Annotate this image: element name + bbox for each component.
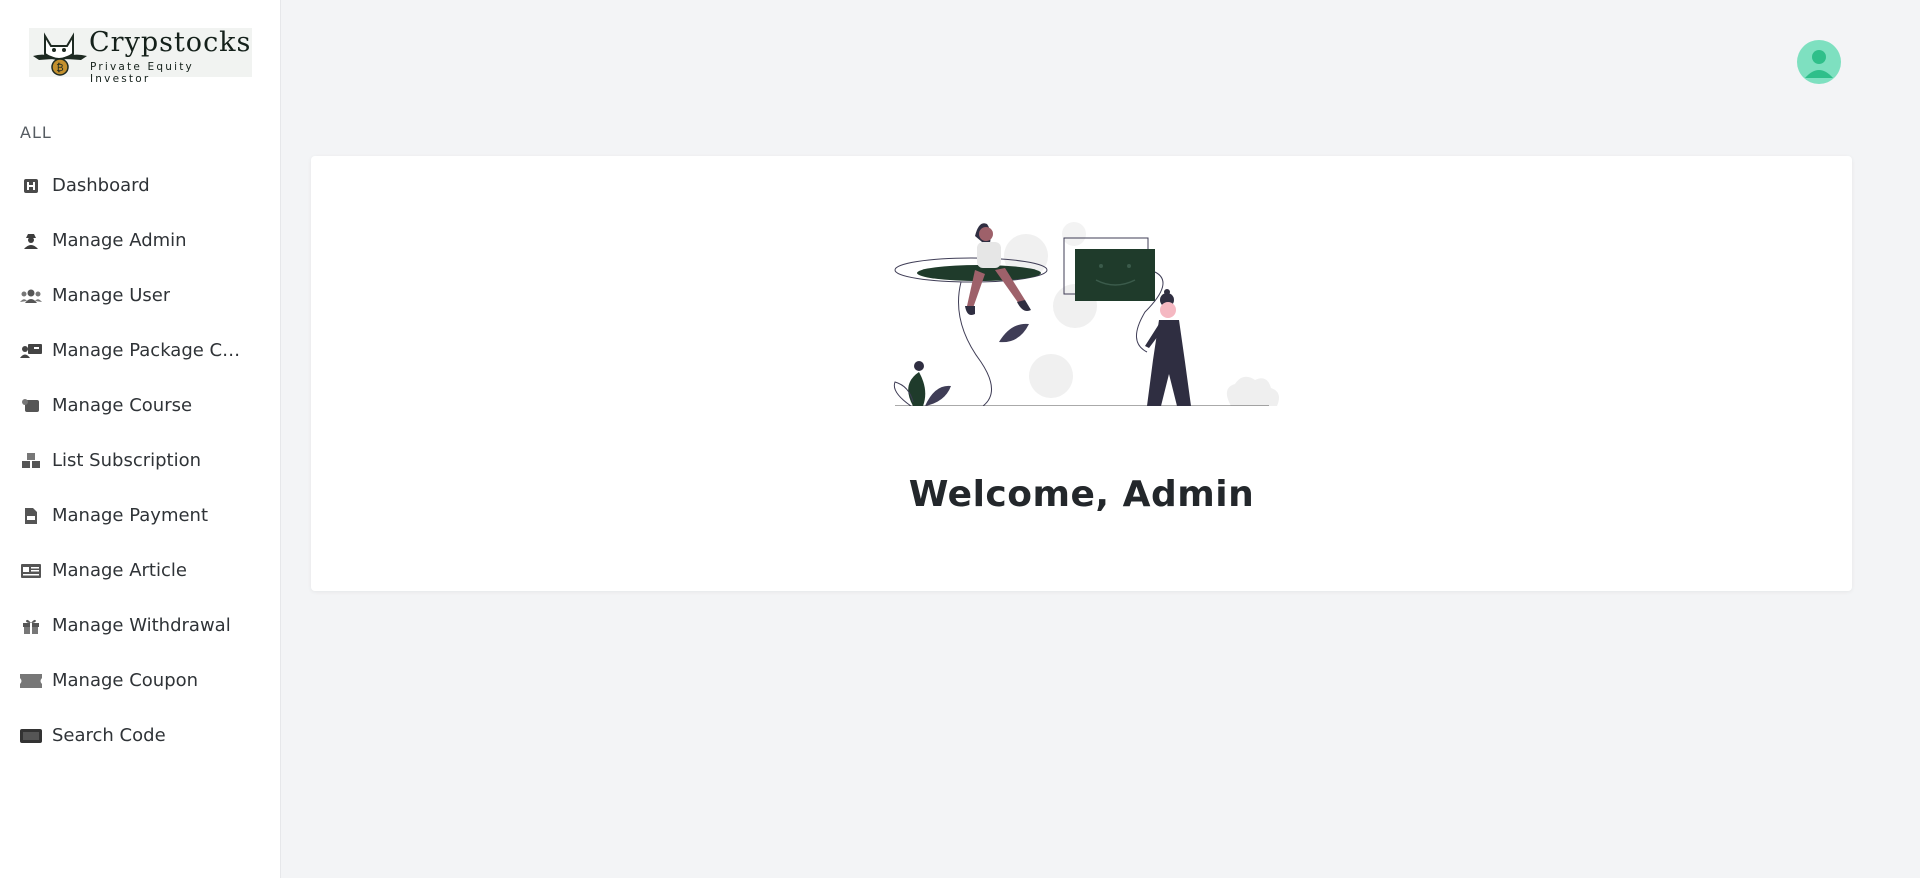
sidebar-item-label: Search Code — [52, 725, 166, 746]
sidebar-item-search-code[interactable]: Search Code — [0, 708, 280, 763]
scroll-icon — [20, 395, 42, 417]
sidebar: ₿ Crypstocks Private Equity Investor ALL… — [0, 0, 281, 878]
sidebar-item-label: Manage Payment — [52, 505, 209, 526]
sidebar-item-manage-user[interactable]: Manage User — [0, 268, 280, 323]
brand-logo[interactable]: ₿ Crypstocks Private Equity Investor — [29, 27, 252, 85]
sidebar-nav: Dashboard Manage Admin Manage User Manag… — [0, 158, 280, 763]
sidebar-item-list-subscription[interactable]: List Subscription — [0, 433, 280, 488]
svg-text:₿: ₿ — [56, 62, 63, 74]
brand-tagline: Private Equity Investor — [90, 61, 194, 85]
sidebar-item-label: Manage Withdrawal — [52, 615, 231, 636]
nav-section-label: ALL — [20, 123, 52, 142]
sidebar-item-manage-admin[interactable]: Manage Admin — [0, 213, 280, 268]
cubes-icon — [20, 450, 42, 472]
sidebar-item-manage-coupon[interactable]: Manage Coupon — [0, 653, 280, 708]
sidebar-item-label: Manage Admin — [52, 230, 187, 251]
sidebar-item-manage-package[interactable]: Manage Package Co... — [0, 323, 280, 378]
sidebar-item-manage-course[interactable]: Manage Course — [0, 378, 280, 433]
user-card-icon — [20, 340, 42, 362]
sidebar-item-label: Manage Article — [52, 560, 187, 581]
dashboard-icon — [20, 175, 42, 197]
sidebar-item-label: List Subscription — [52, 450, 202, 471]
invoice-icon — [20, 505, 42, 527]
welcome-heading: Welcome, Admin — [908, 474, 1255, 515]
sidebar-item-label: Manage Course — [52, 395, 193, 416]
barcode-icon — [20, 725, 42, 747]
users-icon — [20, 285, 42, 307]
user-secret-icon — [20, 230, 42, 252]
sidebar-item-dashboard[interactable]: Dashboard — [0, 158, 280, 213]
sidebar-item-manage-withdrawal[interactable]: Manage Withdrawal — [0, 598, 280, 653]
sidebar-item-label: Dashboard — [52, 175, 150, 196]
sidebar-item-label: Manage User — [52, 285, 171, 306]
gift-icon — [20, 615, 42, 637]
sidebar-item-label: Manage Coupon — [52, 670, 199, 691]
sidebar-item-label: Manage Package Co... — [52, 340, 242, 361]
sidebar-item-manage-payment[interactable]: Manage Payment — [0, 488, 280, 543]
people-illustration — [893, 222, 1279, 406]
brand-name: Crypstocks — [89, 27, 252, 58]
welcome-card: Welcome, Admin — [311, 156, 1852, 591]
user-avatar-button[interactable] — [1797, 40, 1841, 84]
user-avatar-icon — [1805, 50, 1833, 78]
sidebar-item-manage-article[interactable]: Manage Article — [0, 543, 280, 598]
ticket-icon — [20, 670, 42, 692]
cat-logo-icon: ₿ — [33, 32, 87, 76]
newspaper-icon — [20, 560, 42, 582]
